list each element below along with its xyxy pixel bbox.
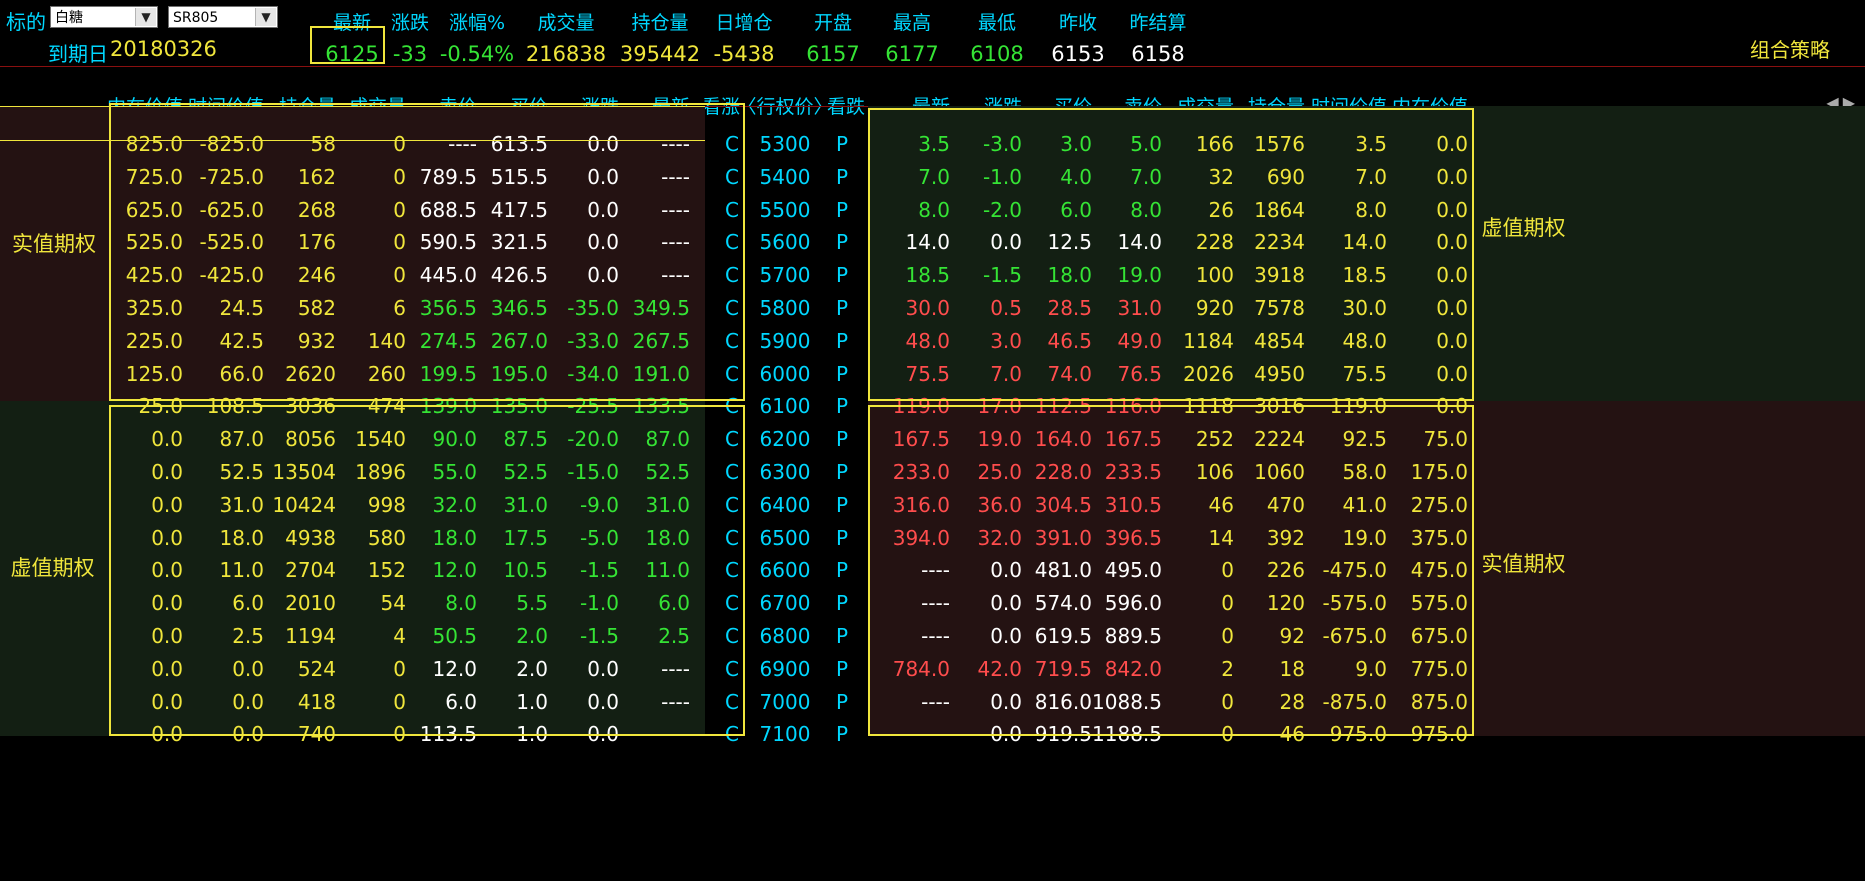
put-otm-box — [868, 108, 1474, 401]
underlying-label: 标的 — [6, 10, 46, 34]
quote-header-6: 开盘 — [813, 12, 852, 34]
underlying-select-value: 白糖 — [55, 10, 83, 26]
expiry-value: 20180326 — [110, 37, 217, 61]
quote-value-8: 6108 — [970, 42, 1024, 66]
quote-value-7: 6177 — [885, 42, 939, 66]
quote-value-5: -5438 — [713, 42, 775, 66]
quote-value-10: 6158 — [1131, 42, 1185, 66]
quote-header-5: 日增仓 — [715, 12, 773, 34]
quote-header-9: 昨收 — [1058, 12, 1097, 34]
quote-value-2: -0.54% — [439, 42, 515, 66]
selected-row-outline — [0, 106, 705, 141]
quote-value-3: 216838 — [525, 42, 607, 66]
contract-select-value: SR805 — [173, 10, 219, 26]
quote-header-7: 最高 — [892, 12, 931, 34]
put-itm-box — [868, 405, 1474, 736]
call-itm-box — [109, 103, 745, 401]
combo-strategy-button[interactable]: 组合策略 — [1750, 34, 1830, 63]
strike-price: 7100 — [759, 722, 811, 747]
quote-header-8: 最低 — [977, 12, 1016, 34]
quote-header-3: 成交量 — [537, 12, 595, 34]
quote-header-4: 持仓量 — [631, 12, 689, 34]
quote-value-1: -33 — [392, 42, 428, 66]
quote-value-9: 6153 — [1051, 42, 1105, 66]
chevron-down-icon[interactable]: ▼ — [135, 8, 156, 26]
expiry-label: 到期日 — [48, 42, 108, 66]
quote-value-4: 395442 — [619, 42, 701, 66]
quote-value-6: 6157 — [806, 42, 860, 66]
quote-header-1: 涨跌 — [390, 12, 429, 34]
quote-header-2: 涨幅% — [448, 12, 506, 34]
quote-header-10: 昨结算 — [1129, 12, 1187, 34]
contract-select[interactable]: SR805 ▼ — [168, 6, 278, 28]
chevron-down-icon[interactable]: ▼ — [255, 8, 276, 26]
underlying-select[interactable]: 白糖 ▼ — [50, 6, 158, 28]
latest-price-highlight — [310, 26, 385, 64]
header-divider — [0, 66, 1865, 67]
call-otm-box — [109, 405, 745, 736]
